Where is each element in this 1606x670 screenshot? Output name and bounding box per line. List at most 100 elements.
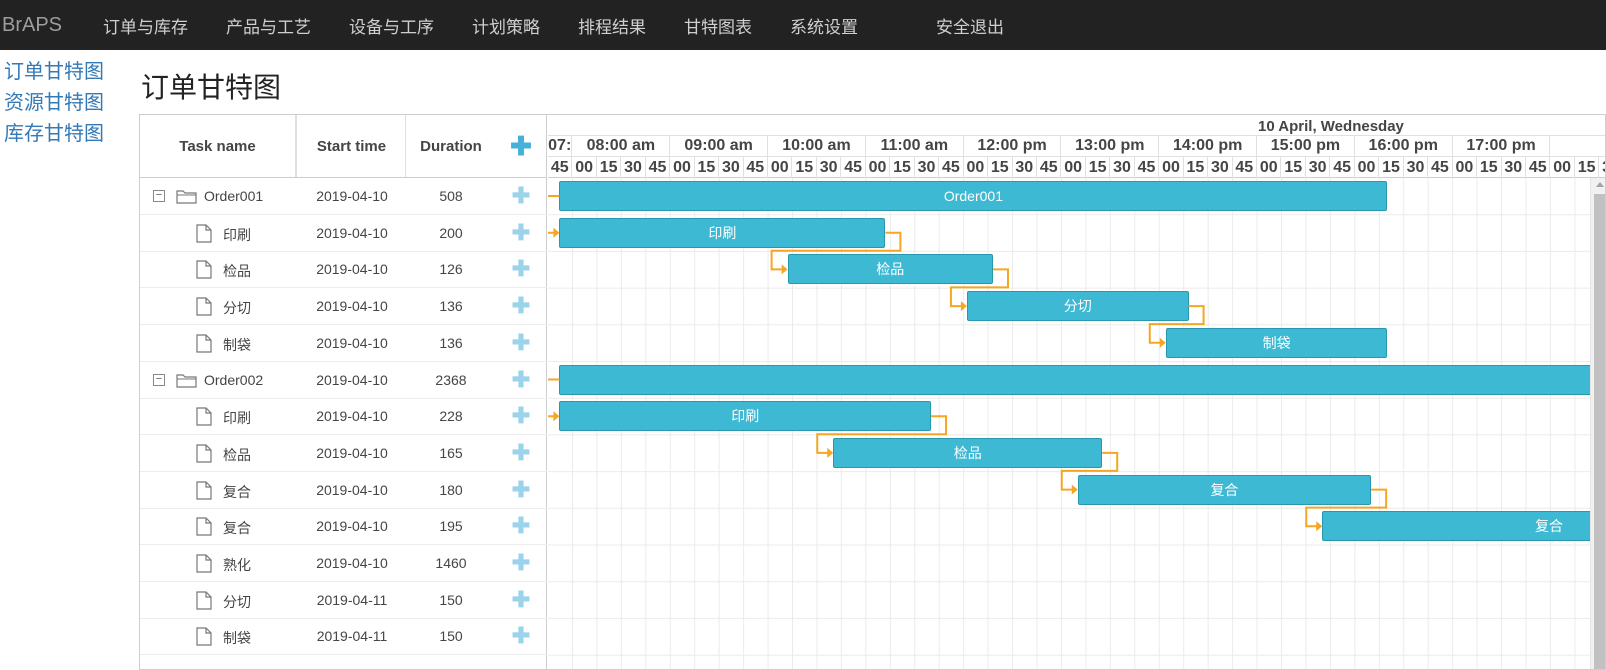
task-duration: 195 [439,518,463,535]
task-name-cell: 熟化 [140,545,298,581]
add-task-header-button[interactable]: ✚ [495,115,547,177]
dependency-link[interactable] [548,378,560,418]
task-duration: 2368 [435,371,467,388]
task-start: 2019-04-10 [316,298,388,315]
task-start: 2019-04-11 [316,591,388,608]
add-subtask-button[interactable]: ✚ [495,288,547,324]
nav-item-2[interactable]: 设备与工序 [349,13,434,38]
dependency-link[interactable] [1148,305,1205,344]
add-subtask-button[interactable]: ✚ [495,545,547,581]
nav-item-5[interactable]: 甘特图表 [684,13,752,38]
table-row[interactable]: 制袋 2019-04-10 136 ✚ [140,325,547,362]
dependency-link[interactable] [949,268,1009,308]
task-duration: 1460 [435,555,467,571]
task-name-cell: 复合 [140,508,298,544]
hour-label: 16:00 pm [1355,136,1453,157]
task-start: 2019-04-11 [316,628,388,645]
logout-link[interactable]: 安全退出 [936,13,1004,38]
table-row[interactable]: 检品 2019-04-10 165 ✚ [140,435,547,472]
plus-icon: ✚ [511,293,531,319]
add-subtask-button[interactable]: ✚ [495,398,547,434]
minute-label: 30 [1306,157,1331,178]
brand-logo[interactable]: BrAPS [0,14,103,37]
minute-label: 00 [670,157,695,178]
add-subtask-button[interactable]: ✚ [495,362,547,398]
arrow-icon [1159,337,1166,348]
timeline-chart: 10 April, Wednesday 07: 08:00 am 09:00 am 1… [548,115,1605,669]
add-subtask-button[interactable]: ✚ [495,508,547,544]
minute-label: 30 [1599,157,1605,178]
collapse-icon[interactable]: − [153,373,165,386]
minute-label: 45 [1135,157,1160,178]
minute-label: 45 [1526,157,1551,178]
plus-icon: ✚ [511,219,531,245]
sidebar-link-0[interactable]: 订单甘特图 [4,56,104,87]
col-header-start-time[interactable]: Start time [298,115,406,177]
scale-hour-row: 07: 08:00 am 09:00 am 10:00 am 11:00 am 12:00… [548,136,1605,157]
scale-day-row: 10 April, Wednesday [548,115,1605,136]
table-row[interactable]: 复合 2019-04-10 195 ✚ [140,508,547,546]
dependency-link[interactable] [816,415,948,454]
nav-item-1[interactable]: 产品与工艺 [226,13,311,38]
file-icon [196,334,212,356]
task-start: 2019-04-10 [316,555,388,571]
arrow-icon [827,447,834,458]
dependency-link[interactable] [1305,488,1388,528]
task-name: 复合 [223,483,251,500]
file-icon [196,407,212,429]
table-row[interactable]: 复合 2019-04-10 180 ✚ [140,472,547,509]
col-header-duration[interactable]: Duration [407,115,495,177]
add-subtask-button[interactable]: ✚ [495,251,547,287]
add-subtask-button[interactable]: ✚ [495,435,547,471]
collapse-icon[interactable]: − [153,190,165,202]
task-duration: 150 [439,628,463,645]
add-subtask-button[interactable]: ✚ [495,618,547,654]
dependency-link[interactable] [1060,451,1119,491]
add-subtask-button[interactable]: ✚ [495,215,547,251]
sidebar-link-2[interactable]: 库存甘特图 [4,118,104,149]
minute-label: 00 [1550,157,1575,178]
table-row[interactable]: 分切 2019-04-10 136 ✚ [140,288,547,326]
add-subtask-button[interactable]: ✚ [495,325,547,361]
col-header-task-name[interactable]: Task name [140,115,297,177]
dependency-link[interactable] [770,231,902,271]
file-icon [196,591,212,613]
dependency-link[interactable] [548,195,560,234]
plus-icon: ✚ [510,131,532,161]
task-name-cell: 制袋 [140,618,298,654]
minute-label: 15 [1379,157,1404,178]
folder-icon [176,188,198,207]
arrow-icon [553,227,560,238]
table-row[interactable]: 印刷 2019-04-10 228 ✚ [140,398,547,436]
nav-menu: 订单与库存 产品与工艺 设备与工序 计划策略 排程结果 甘特图表 系统设置 安全退出 [103,13,1042,38]
hour-label: 15:00 pm [1257,136,1355,157]
table-row[interactable]: 熟化 2019-04-10 1460 ✚ [140,545,547,582]
file-icon [196,260,212,282]
top-navbar: BrAPS 订单与库存 产品与工艺 设备与工序 计划策略 排程结果 甘特图表 系统设置 安全退… [0,0,1606,50]
table-row[interactable]: 印刷 2019-04-10 200 ✚ [140,215,547,252]
table-row[interactable]: 分切 2019-04-11 150 ✚ [140,582,547,619]
task-grid: Task name Start time Duration ✚ − Order00… [140,115,547,669]
task-duration: 136 [439,298,463,315]
task-duration: 165 [439,444,463,461]
add-subtask-button[interactable]: ✚ [495,582,547,618]
minute-label: 45 [1428,157,1453,178]
sidebar-link-1[interactable]: 资源甘特图 [4,87,104,118]
plus-icon: ✚ [511,550,531,575]
nav-item-6[interactable]: 系统设置 [790,13,858,38]
table-row[interactable]: 检品 2019-04-10 126 ✚ [140,251,547,289]
minute-label: 00 [1061,157,1086,178]
minute-label: 45 [1330,157,1355,178]
table-row[interactable]: 制袋 2019-04-11 150 ✚ [140,618,547,656]
table-row[interactable]: − Order001 2019-04-10 508 ✚ [140,178,547,215]
task-start: 2019-04-10 [316,188,388,204]
table-row[interactable]: − Order002 2019-04-10 2368 ✚ [140,362,547,399]
add-subtask-button[interactable]: ✚ [495,472,547,508]
nav-item-0[interactable]: 订单与库存 [103,13,188,38]
dependency-links [548,195,1388,532]
nav-item-4[interactable]: 排程结果 [578,13,646,38]
add-subtask-button[interactable]: ✚ [495,178,547,214]
hour-label: 07: [548,136,573,157]
nav-item-3[interactable]: 计划策略 [472,13,540,38]
file-icon [196,517,212,539]
